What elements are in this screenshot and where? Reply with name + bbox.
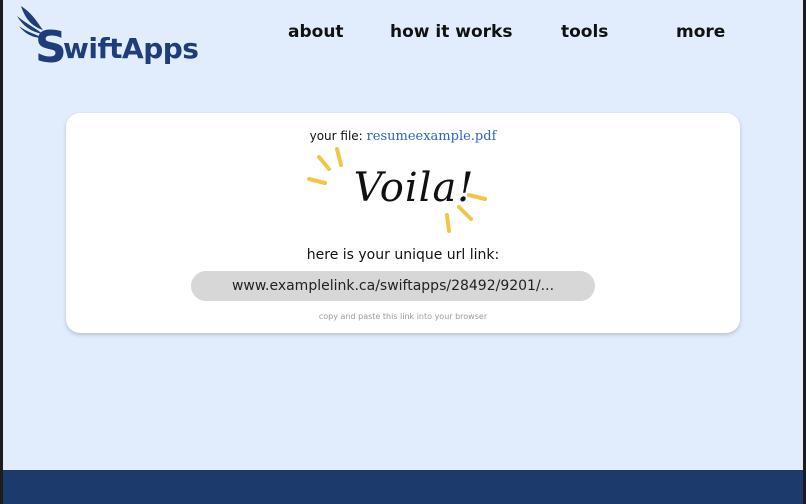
nav-more[interactable]: more [676,22,725,42]
nav-about[interactable]: about [288,22,344,42]
nav-tools[interactable]: tools [561,22,608,42]
unique-url-field[interactable]: www.examplelink.ca/swiftapps/28492/9201/… [191,271,595,301]
top-nav: about how it works tools more [3,22,803,52]
nav-how-it-works[interactable]: how it works [390,22,512,42]
file-prefix: your file: [309,129,363,143]
voila-headline: Voila! [299,143,499,239]
unique-link-label: here is your unique url link: [306,247,500,263]
file-line: your file: resumeexample.pdf [66,129,740,144]
voila-text: Voila! [353,165,475,211]
footer-bar [3,470,803,504]
app-page: S wiftApps about how it works tools more… [3,0,803,504]
file-name-link[interactable]: resumeexample.pdf [367,129,497,144]
result-card: your file: resumeexample.pdf Voila! here… [66,113,740,333]
copy-hint: copy and paste this link into your brows… [318,312,488,321]
